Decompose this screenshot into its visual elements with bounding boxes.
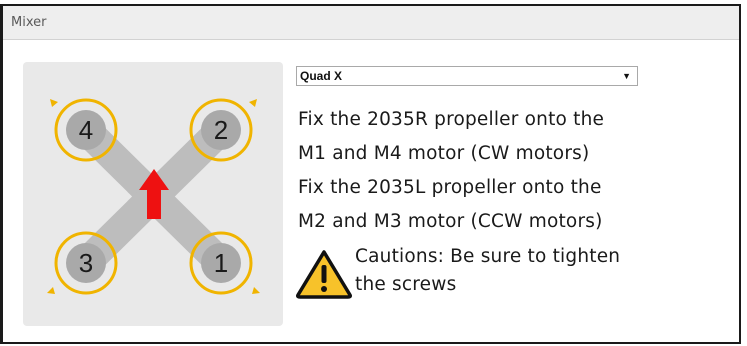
caution-line: Cautions: Be sure to tighten bbox=[355, 246, 621, 267]
instruction-line: M1 and M4 motor (CW motors) bbox=[298, 143, 590, 164]
dropdown-arrow-icon: ▼ bbox=[622, 71, 631, 81]
motor-label: 3 bbox=[79, 248, 93, 278]
motor-label: 4 bbox=[79, 115, 93, 145]
quad-x-diagram: 4 2 3 1 bbox=[23, 62, 283, 326]
mixer-type-select[interactable]: Quad X ▼ bbox=[296, 66, 638, 86]
propeller-instructions: Fix the 2035R propeller onto the M1 and … bbox=[298, 103, 678, 239]
caution-text: Cautions: Be sure to tighten the screws bbox=[355, 243, 620, 299]
instruction-line: M2 and M3 motor (CCW motors) bbox=[298, 211, 603, 232]
motor-3: 3 bbox=[47, 231, 118, 295]
motor-label: 1 bbox=[214, 248, 228, 278]
instruction-line: Fix the 2035L propeller onto the bbox=[298, 177, 602, 198]
instruction-line: Fix the 2035R propeller onto the bbox=[298, 109, 605, 130]
selected-value: Quad X bbox=[300, 69, 343, 83]
caution-line: the screws bbox=[355, 274, 457, 295]
panel-title: Mixer bbox=[3, 6, 739, 40]
mixer-panel: Mixer 4 2 3 1 Quad X ▼ Fix the 2035R pro… bbox=[0, 4, 741, 344]
warning-icon bbox=[296, 250, 352, 299]
caution-note: Cautions: Be sure to tighten the screws bbox=[295, 243, 685, 303]
motor-label: 2 bbox=[214, 115, 228, 145]
motor-1: 1 bbox=[189, 231, 260, 295]
